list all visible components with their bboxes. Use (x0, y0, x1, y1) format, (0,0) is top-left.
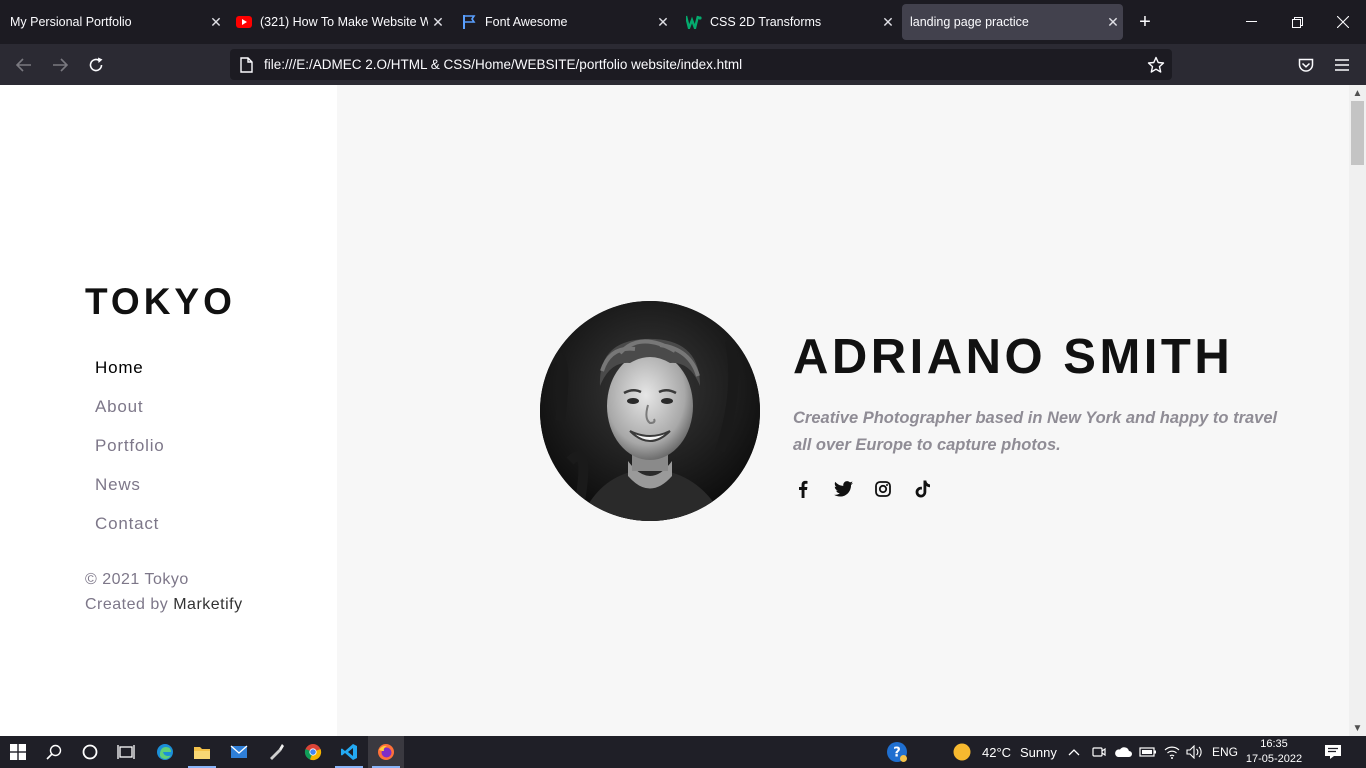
weather-temperature[interactable]: 42°C (982, 736, 1011, 768)
close-tab-icon[interactable]: ✕ (878, 12, 898, 32)
created-by-brand-link[interactable]: Marketify (173, 596, 242, 613)
tab-youtube[interactable]: (321) How To Make Website Wit ✕ (230, 4, 448, 40)
cortana-icon[interactable] (72, 736, 108, 768)
close-tab-icon[interactable]: ✕ (653, 12, 673, 32)
menu-item-news[interactable]: News (95, 474, 165, 513)
sidebar: TOKYO Home About Portfolio News Contact … (0, 85, 337, 736)
pocket-icon[interactable] (1293, 52, 1319, 78)
navigation-bar: file:///E:/ADMEC 2.O/HTML & CSS/Home/WEB… (0, 44, 1366, 85)
edge-browser-icon[interactable] (147, 736, 183, 768)
created-by-prefix: Created by (85, 596, 174, 613)
weather-condition[interactable]: Sunny (1020, 736, 1057, 768)
twitter-icon[interactable] (833, 479, 853, 499)
forward-arrow-icon[interactable] (47, 52, 73, 78)
hamburger-menu-icon[interactable] (1329, 52, 1355, 78)
created-by-line: Created by Marketify (85, 592, 243, 617)
file-explorer-icon[interactable] (184, 736, 220, 768)
tab-font-awesome[interactable]: Font Awesome ✕ (455, 4, 673, 40)
svg-text:?: ? (893, 746, 901, 761)
menu-item-contact[interactable]: Contact (95, 513, 165, 552)
help-icon[interactable]: ? (886, 736, 908, 768)
meet-now-icon[interactable] (1092, 736, 1106, 768)
instagram-icon[interactable] (873, 479, 893, 499)
hero-name: ADRIANO SMITH (793, 330, 1234, 384)
scrollbar-thumb[interactable] (1351, 101, 1364, 165)
facebook-icon[interactable] (793, 479, 813, 499)
taskbar-clock[interactable]: 16:35 17-05-2022 (1244, 737, 1304, 767)
tab-title: Font Awesome (485, 15, 568, 29)
mail-icon[interactable] (221, 736, 257, 768)
task-view-icon[interactable] (108, 736, 144, 768)
close-tab-icon[interactable]: ✕ (428, 12, 448, 32)
menu-item-portfolio[interactable]: Portfolio (95, 435, 165, 474)
tiktok-icon[interactable] (913, 479, 933, 499)
profile-photo (540, 301, 760, 521)
clock-date: 17-05-2022 (1245, 753, 1303, 765)
onedrive-cloud-icon[interactable] (1114, 736, 1132, 768)
hero-bio: Creative Photographer based in New York … (793, 409, 1278, 454)
taskbar: ? 42°C Sunny ENG 16:35 17-05-2022 (0, 736, 1366, 768)
tab-title: My Persional Portfolio (10, 15, 132, 29)
back-arrow-icon[interactable] (11, 52, 37, 78)
tab-css-transforms[interactable]: CSS 2D Transforms ✕ (680, 4, 898, 40)
close-window-icon[interactable] (1320, 0, 1366, 44)
sidebar-menu: Home About Portfolio News Contact (95, 357, 165, 552)
tab-title: (321) How To Make Website Wit (260, 15, 428, 29)
hero-section: ADRIANO SMITH Creative Photographer base… (337, 85, 1349, 736)
tab-title: CSS 2D Transforms (710, 15, 822, 29)
url-text[interactable]: file:///E:/ADMEC 2.O/HTML & CSS/Home/WEB… (264, 57, 742, 72)
tab-title: landing page practice (910, 15, 1029, 29)
notifications-icon[interactable] (1324, 736, 1342, 768)
menu-item-home[interactable]: Home (95, 357, 165, 396)
bookmark-star-icon[interactable] (1146, 55, 1166, 75)
tab-portfolio[interactable]: My Persional Portfolio ✕ (4, 4, 226, 40)
scroll-up-icon[interactable]: ▲ (1349, 85, 1366, 101)
battery-icon[interactable] (1139, 736, 1157, 768)
social-links (793, 479, 953, 499)
chrome-icon[interactable] (295, 736, 331, 768)
page-scrollbar[interactable]: ▲ ▼ (1349, 85, 1366, 736)
minimize-icon[interactable] (1228, 0, 1274, 44)
close-tab-icon[interactable]: ✕ (1103, 12, 1123, 32)
clock-time: 16:35 (1260, 738, 1288, 750)
page-file-icon (240, 56, 254, 73)
windows-start-icon[interactable] (0, 736, 36, 768)
url-bar[interactable]: file:///E:/ADMEC 2.O/HTML & CSS/Home/WEB… (230, 49, 1172, 80)
language-indicator[interactable]: ENG (1212, 736, 1238, 768)
tab-bar: My Persional Portfolio ✕ (321) How To Ma… (0, 0, 1366, 44)
web-page: TOKYO Home About Portfolio News Contact … (0, 85, 1366, 736)
search-icon[interactable] (36, 736, 72, 768)
youtube-icon (236, 14, 252, 30)
new-tab-button[interactable]: + (1134, 10, 1156, 34)
w3schools-icon (686, 14, 702, 30)
reload-icon[interactable] (83, 52, 109, 78)
copyright-text: © 2021 Tokyo (85, 571, 189, 588)
speaker-volume-icon[interactable] (1186, 736, 1204, 768)
wifi-icon[interactable] (1164, 736, 1180, 768)
menu-item-about[interactable]: About (95, 396, 165, 435)
chevron-up-icon[interactable] (1068, 736, 1080, 768)
footer-copyright: © 2021 Tokyo Created by Marketify (85, 567, 243, 617)
firefox-icon[interactable] (368, 736, 404, 768)
flag-icon (461, 14, 477, 30)
restore-icon[interactable] (1274, 0, 1320, 44)
scroll-down-icon[interactable]: ▼ (1349, 720, 1366, 736)
vscode-icon[interactable] (331, 736, 367, 768)
tab-landing-page[interactable]: landing page practice ✕ (902, 4, 1123, 40)
sun-weather-icon[interactable] (952, 736, 972, 768)
site-logo[interactable]: TOKYO (85, 281, 236, 323)
close-tab-icon[interactable]: ✕ (206, 12, 226, 32)
paint-tool-icon[interactable] (258, 736, 294, 768)
